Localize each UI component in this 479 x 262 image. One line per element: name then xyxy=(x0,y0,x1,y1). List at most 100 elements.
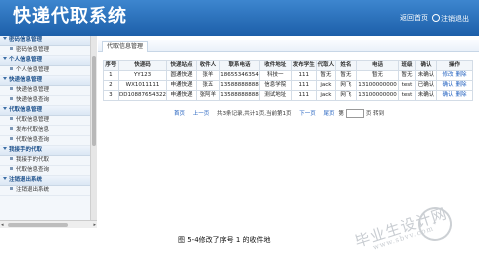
confirm-link[interactable]: 确认 xyxy=(443,82,454,88)
column-header: 确认 xyxy=(414,60,438,71)
home-link[interactable]: 返回首页 xyxy=(400,14,428,23)
table-cell: YY123 xyxy=(117,70,168,81)
column-header: 联系电话 xyxy=(218,60,261,71)
sidebar-item-express-manage[interactable]: 快递信息管理 xyxy=(0,86,90,96)
sidebar-item-password-manage[interactable]: 密码信息管理 xyxy=(0,46,90,56)
sidebar-item-express-query[interactable]: 快递信息查询 xyxy=(0,96,90,106)
bullet-icon xyxy=(10,187,13,190)
table-cell: 暂无 xyxy=(398,70,416,81)
table-cell: 111 xyxy=(290,70,317,81)
sidebar-group-header[interactable]: 快递信息管理 xyxy=(0,76,90,86)
sidebar-group-header[interactable]: 我接手的代取 xyxy=(0,146,90,156)
table-cell: 13588888888 xyxy=(218,80,261,91)
prev-page-link[interactable]: 上一页 xyxy=(193,111,210,117)
table-cell: 2 xyxy=(103,80,119,91)
column-header: 快递码 xyxy=(117,60,168,71)
sidebar-item-my-pickups[interactable]: 我接手的代取 xyxy=(0,156,90,166)
scrollbar-thumb[interactable] xyxy=(8,223,68,227)
page-number-input[interactable] xyxy=(345,109,364,118)
chevron-down-icon xyxy=(3,147,7,150)
table-cell: 18655346354 xyxy=(218,70,261,81)
sidebar-item-logout[interactable]: 注销退出系统 xyxy=(0,186,90,196)
sidebar-group-password: 密码信息管理 密码信息管理 xyxy=(0,36,90,56)
chevron-down-icon xyxy=(3,107,7,110)
bullet-icon xyxy=(10,97,13,100)
edit-link[interactable]: 修改 xyxy=(443,72,454,78)
next-page-link[interactable]: 下一页 xyxy=(299,111,316,117)
table-cell: test xyxy=(398,90,416,101)
horizontal-scrollbar[interactable]: ◂ ▸ xyxy=(0,220,97,228)
sidebar-item-pickup-query[interactable]: 代取信息查询 xyxy=(0,136,90,146)
table-cell: 未确认 xyxy=(414,90,438,101)
table-cell: 网飞 xyxy=(334,90,357,101)
app-header: 快递代取系统 返回首页 注销退出 xyxy=(0,0,479,36)
power-icon[interactable] xyxy=(432,14,440,22)
table-row: 2 WX1011111 申通快递 张五 13588888888 信息学院 111… xyxy=(103,80,473,91)
delete-link[interactable]: 删除 xyxy=(456,92,467,98)
bullet-icon xyxy=(10,137,13,140)
table-cell: 圆通快递 xyxy=(166,70,197,81)
app-window: 快递代取系统 返回首页 注销退出 密码信息管理 密码信息管理 个人信息管理 个人… xyxy=(0,0,479,228)
sidebar-group-my-pickups: 我接手的代取 我接手的代取 代取信息查询 xyxy=(0,146,90,176)
sidebar: 密码信息管理 密码信息管理 个人信息管理 个人信息管理 快递信息管理 快递信息管… xyxy=(0,36,91,228)
sidebar-group-pickup: 代取信息管理 代取信息管理 发布代取信息 代取信息查询 xyxy=(0,106,90,146)
sidebar-item-pickup-manage[interactable]: 代取信息管理 xyxy=(0,116,90,126)
goto-suffix[interactable]: 页 转到 xyxy=(366,111,384,117)
logout-link[interactable]: 注销退出 xyxy=(432,14,469,24)
chevron-down-icon xyxy=(3,37,7,40)
table-row: 3 DD10887654322 申通快递 张阿羊 13588888888 测试地… xyxy=(103,90,473,101)
first-page-link[interactable]: 首页 xyxy=(174,111,185,117)
table-cell: 张羊 xyxy=(195,70,220,81)
table-cell: 1 xyxy=(103,70,119,81)
table-cell: 张阿羊 xyxy=(195,90,220,101)
bullet-icon xyxy=(10,157,13,160)
table-cell: 科技一 xyxy=(259,70,292,81)
column-header: 班级 xyxy=(398,60,416,71)
goto-prefix: 第 xyxy=(338,111,344,117)
column-header: 收件人 xyxy=(195,60,220,71)
confirm-link[interactable]: 确认 xyxy=(443,92,454,98)
sidebar-group-header[interactable]: 密码信息管理 xyxy=(0,36,90,46)
sidebar-group-express: 快递信息管理 快递信息管理 快递信息查询 xyxy=(0,76,90,106)
sidebar-item-my-pickups-query[interactable]: 代取信息查询 xyxy=(0,166,90,176)
column-header: 姓名 xyxy=(334,60,357,71)
table-cell: 3 xyxy=(103,90,119,101)
scrollbar-thumb[interactable] xyxy=(92,56,96,146)
table-cell: 13588888888 xyxy=(218,90,261,101)
action-cell: 确认 删除 xyxy=(436,80,473,91)
table-cell: WX1011111 xyxy=(117,80,168,91)
logout-label[interactable]: 注销退出 xyxy=(441,15,469,23)
scroll-left-icon[interactable]: ◂ xyxy=(1,222,4,228)
delete-link[interactable]: 删除 xyxy=(456,72,467,78)
sidebar-item-profile-manage[interactable]: 个人信息管理 xyxy=(0,66,90,76)
pickup-table: 序号 快递码 快递站点 收件人 联系电话 收件地址 发布学生 代取人 姓名 电话… xyxy=(103,60,473,101)
table-cell: 网飞 xyxy=(334,80,357,91)
figure-caption: 图 5-4修改了序号 1 的收件地 xyxy=(178,236,271,244)
last-page-link[interactable]: 尾页 xyxy=(324,111,335,117)
sidebar-group-header[interactable]: 代取信息管理 xyxy=(0,106,90,116)
column-header: 电话 xyxy=(355,60,400,71)
table-cell: 测试地址 xyxy=(259,90,292,101)
table-cell: 13100000000 xyxy=(355,80,400,91)
column-header: 序号 xyxy=(103,60,119,71)
scroll-right-icon[interactable]: ▸ xyxy=(93,222,96,228)
sidebar-group-profile: 个人信息管理 个人信息管理 xyxy=(0,56,90,76)
table-cell: 111 xyxy=(290,80,317,91)
app-title: 快递代取系统 xyxy=(13,6,127,27)
table-cell: 信息学院 xyxy=(259,80,292,91)
home-label[interactable]: 返回首页 xyxy=(400,14,428,22)
tab-pickup-manage[interactable]: 代取信息管理 xyxy=(102,41,149,52)
sidebar-item-pickup-publish[interactable]: 发布代取信息 xyxy=(0,126,90,136)
chevron-down-icon xyxy=(3,177,7,180)
sidebar-scrollbar[interactable] xyxy=(90,36,97,228)
table-cell: 暂无 xyxy=(355,70,400,81)
sidebar-group-header[interactable]: 个人信息管理 xyxy=(0,56,90,66)
sidebar-group-header[interactable]: 注销退出系统 xyxy=(0,176,90,186)
table-cell: 13100000000 xyxy=(355,90,400,101)
pagination: 首页 上一页 共3条记录,共计1页,当前第1页 下一页 尾页 第 页 转到 xyxy=(174,109,384,119)
bullet-icon xyxy=(10,127,13,130)
bullet-icon xyxy=(10,117,13,120)
table-cell: jack xyxy=(315,80,336,91)
sidebar-group-logout: 注销退出系统 注销退出系统 xyxy=(0,176,90,196)
delete-link[interactable]: 删除 xyxy=(456,82,467,88)
